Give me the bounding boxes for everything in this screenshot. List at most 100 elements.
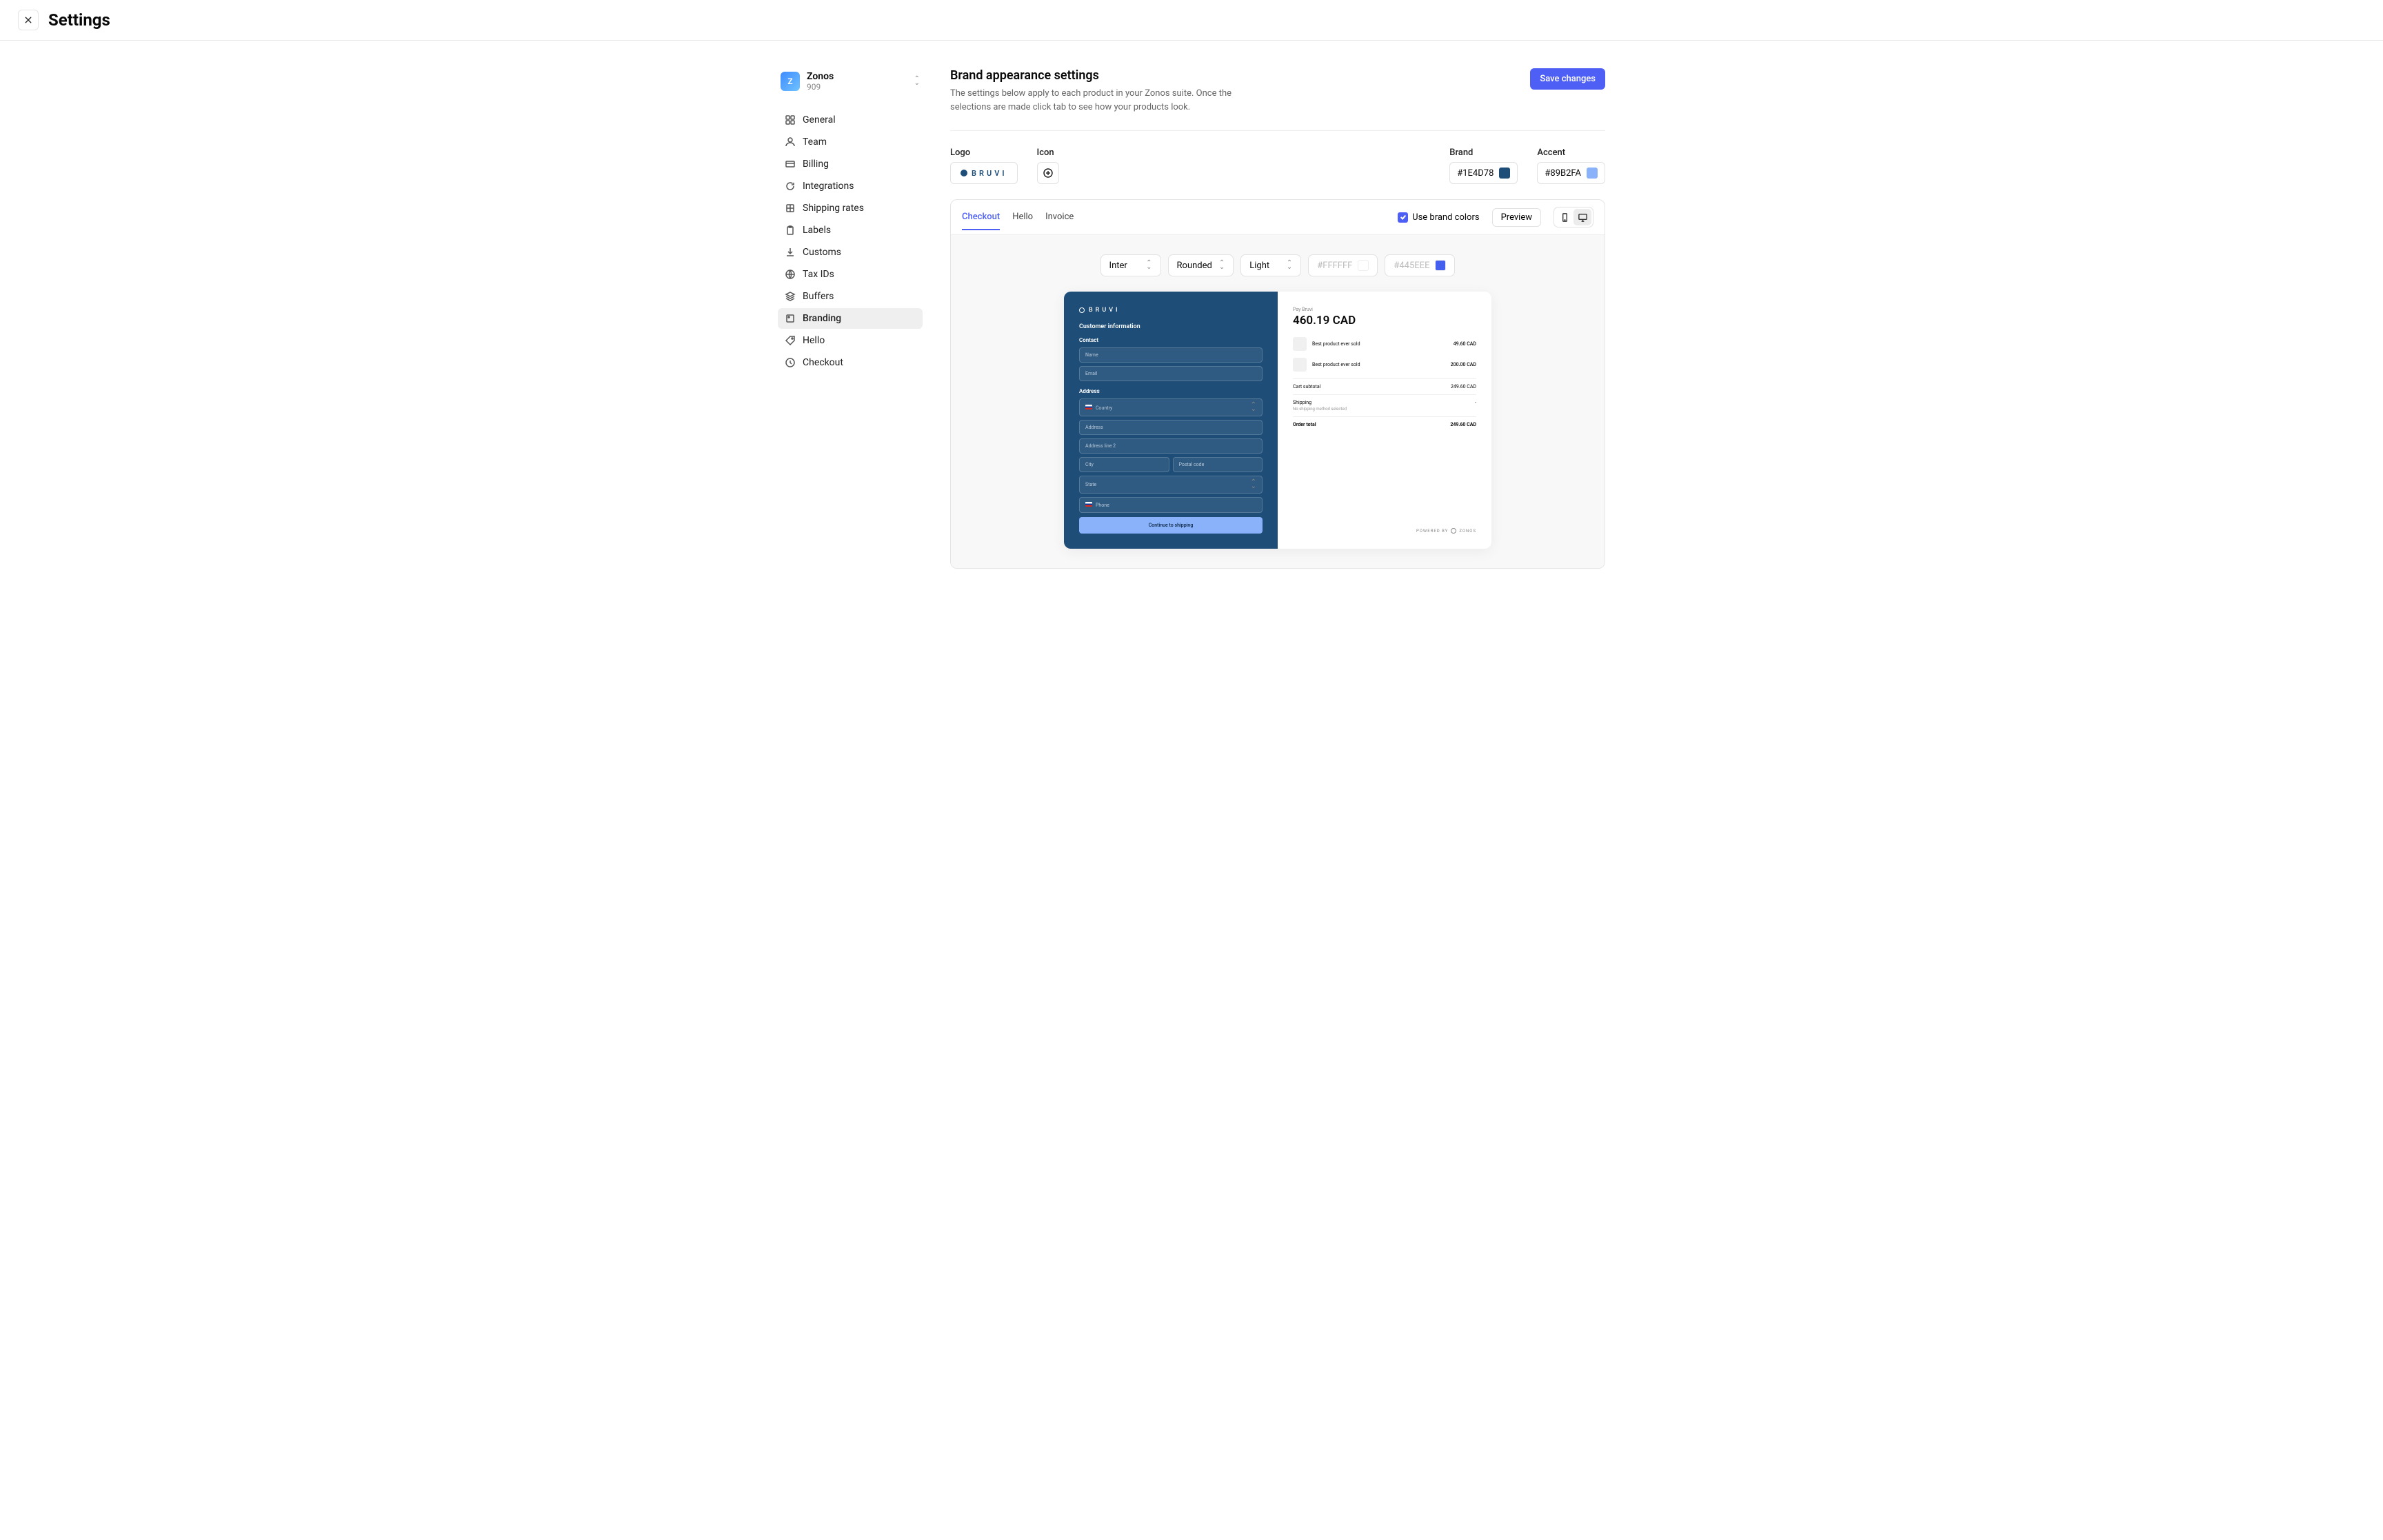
sidebar-item-labels[interactable]: Labels: [778, 220, 923, 241]
powered-by: POWERED BYZONOS: [1293, 514, 1476, 534]
chevron-updown-icon: ⌃⌄: [1251, 480, 1256, 489]
icon-upload-button[interactable]: [1037, 162, 1059, 184]
sidebar-item-label: Hello: [803, 335, 825, 346]
sidebar-item-label: Tax IDs: [803, 269, 834, 280]
sidebar-item-label: Billing: [803, 159, 829, 170]
chevron-updown-icon: ⌃⌄: [914, 77, 920, 85]
total-row: Order total249.60 CAD: [1293, 416, 1476, 432]
preview-card: Checkout Hello Invoice Use brand colors …: [950, 199, 1605, 569]
address-label: Address: [1079, 388, 1263, 394]
checkout-preview: BRUVI Customer information Contact Name …: [1064, 292, 1491, 549]
sidebar-item-label: Branding: [803, 313, 841, 324]
sidebar-item-label: General: [803, 114, 836, 125]
postal-field: Postal code: [1173, 457, 1263, 472]
device-desktop[interactable]: [1573, 209, 1591, 225]
accent-label: Accent: [1537, 148, 1605, 158]
sidebar-item-billing[interactable]: Billing: [778, 154, 923, 174]
layers-icon: [785, 291, 796, 302]
sidebar-item-label: Customs: [803, 247, 841, 258]
sidebar-item-tax-ids[interactable]: Tax IDs: [778, 264, 923, 285]
zonos-logo-icon: [1451, 528, 1456, 534]
chevron-updown-icon: ⌃⌄: [1219, 261, 1225, 270]
main-content: Brand appearance settings The settings b…: [950, 68, 1605, 569]
name-field: Name: [1079, 347, 1263, 363]
device-toggle: [1554, 207, 1593, 227]
preview-button[interactable]: Preview: [1492, 208, 1541, 227]
download-icon: [785, 247, 796, 258]
sidebar-item-checkout[interactable]: Checkout: [778, 352, 923, 373]
sidebar-item-label: Buffers: [803, 291, 834, 302]
use-brand-colors-checkbox[interactable]: Use brand colors: [1398, 212, 1479, 223]
clipboard-icon: [785, 225, 796, 236]
contact-label: Contact: [1079, 337, 1263, 343]
preview-section-title: Customer information: [1079, 323, 1263, 330]
use-brand-colors-label: Use brand colors: [1412, 212, 1479, 223]
accent-color-swatch: [1587, 168, 1598, 179]
address2-field: Address line 2: [1079, 438, 1263, 454]
chevron-updown-icon: ⌃⌄: [1251, 403, 1256, 412]
brand-color-input[interactable]: #1E4D78: [1449, 162, 1518, 184]
org-switcher[interactable]: Z Zonos 909 ⌃⌄: [778, 68, 923, 94]
brand-color-swatch: [1499, 168, 1510, 179]
flag-icon: [1085, 502, 1092, 507]
page-title: Settings: [48, 10, 110, 30]
sidebar-item-buffers[interactable]: Buffers: [778, 286, 923, 307]
sidebar-item-customs[interactable]: Customs: [778, 242, 923, 263]
font-select[interactable]: Inter⌃⌄: [1100, 254, 1161, 276]
phone-field: Phone: [1079, 497, 1263, 513]
pay-amount: 460.19 CAD: [1293, 314, 1476, 327]
user-icon: [785, 136, 796, 148]
logo-wordmark: BRUVI: [972, 169, 1007, 178]
sidebar-nav: General Team Billing Integrations Shippi…: [778, 110, 923, 373]
sidebar-item-hello[interactable]: Hello: [778, 330, 923, 351]
sidebar-item-integrations[interactable]: Integrations: [778, 176, 923, 196]
palette-icon: [785, 313, 796, 324]
chevron-updown-icon: ⌃⌄: [1146, 261, 1152, 270]
sidebar-item-team[interactable]: Team: [778, 132, 923, 152]
state-field: State⌃⌄: [1079, 476, 1263, 494]
refresh-icon: [785, 181, 796, 192]
cart-icon: [785, 357, 796, 368]
product-thumb: [1293, 358, 1307, 372]
sidebar-item-label: Labels: [803, 225, 831, 236]
sidebar-item-general[interactable]: General: [778, 110, 923, 130]
tab-checkout[interactable]: Checkout: [962, 212, 1000, 230]
logo-label: Logo: [950, 148, 1018, 158]
checkbox-checked-icon: [1398, 212, 1408, 223]
line-item: Best product ever sold200.00 CAD: [1293, 358, 1476, 372]
subtotal-row: Cart subtotal249.60 CAD: [1293, 378, 1476, 394]
org-name: Zonos: [807, 71, 907, 82]
close-icon: [24, 16, 32, 24]
card-icon: [785, 159, 796, 170]
preview-tabs: Checkout Hello Invoice: [962, 212, 1074, 223]
icon-label: Icon: [1037, 148, 1059, 158]
preview-logo: BRUVI: [1079, 307, 1263, 314]
sidebar-item-branding[interactable]: Branding: [778, 308, 923, 329]
logo-upload[interactable]: BRUVI: [950, 162, 1018, 184]
sidebar-item-label: Checkout: [803, 357, 843, 368]
flag-icon: [1085, 405, 1092, 409]
tag-icon: [785, 335, 796, 346]
accent-color-input[interactable]: #89B2FA: [1537, 162, 1605, 184]
save-button[interactable]: Save changes: [1530, 68, 1605, 90]
section-subtitle: The settings below apply to each product…: [950, 87, 1274, 114]
org-avatar: Z: [781, 72, 800, 91]
bg-color-display: #FFFFFF: [1308, 254, 1378, 276]
sidebar-item-label: Shipping rates: [803, 203, 864, 214]
tab-invoice[interactable]: Invoice: [1045, 212, 1074, 230]
sidebar-item-shipping-rates[interactable]: Shipping rates: [778, 198, 923, 219]
close-button[interactable]: [18, 10, 39, 30]
tab-hello[interactable]: Hello: [1012, 212, 1033, 230]
brand-color-value: #1E4D78: [1457, 168, 1494, 179]
email-field: Email: [1079, 366, 1263, 381]
product-thumb: [1293, 337, 1307, 351]
grid-icon: [785, 114, 796, 125]
theme-select[interactable]: Light⌃⌄: [1240, 254, 1301, 276]
address-field: Address: [1079, 420, 1263, 435]
device-mobile[interactable]: [1556, 209, 1573, 225]
divider: [950, 130, 1605, 131]
mobile-icon: [1560, 212, 1570, 223]
desktop-icon: [1578, 212, 1588, 223]
accent-color-display: #445EEE: [1385, 254, 1455, 276]
corners-select[interactable]: Rounded⌃⌄: [1168, 254, 1234, 276]
